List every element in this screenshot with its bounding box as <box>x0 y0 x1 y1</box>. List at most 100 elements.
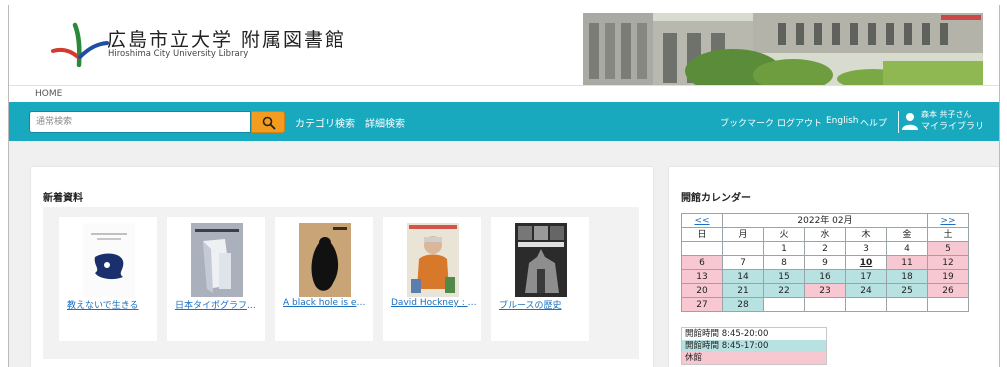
calendar-day-cell[interactable]: 8 <box>763 255 805 270</box>
site-header: 広島市立大学 附属図書館 Hiroshima City University L… <box>9 5 999 85</box>
legend-closed: 休館 <box>682 352 826 364</box>
user-icon <box>902 113 918 130</box>
nav-divider <box>898 111 899 133</box>
calendar-day-cell[interactable]: 15 <box>763 269 805 284</box>
calendar-day-cell[interactable]: 27 <box>681 297 723 312</box>
book-card[interactable]: David Hockney : a c… <box>383 217 481 341</box>
book-cover <box>191 223 243 297</box>
legend-hours-short: 開館時間 8:45-17:00 <box>682 340 826 352</box>
calendar-weekday-row: 日月火水木金土 <box>681 227 969 242</box>
calendar-day-cell[interactable]: 25 <box>886 283 928 298</box>
search-input[interactable] <box>29 111 251 133</box>
calendar-day-cell[interactable]: 2 <box>804 241 846 256</box>
book-title[interactable]: David Hockney : a c… <box>391 298 477 308</box>
calendar-next-link[interactable]: >> <box>927 213 969 228</box>
calendar-weekday: 金 <box>886 227 928 242</box>
page-frame: 広島市立大学 附属図書館 Hiroshima City University L… <box>8 5 1000 367</box>
book-card[interactable]: 教えないで生きる <box>59 217 157 341</box>
calendar-week-row: 27 28 <box>681 297 969 312</box>
breadcrumb: HOME <box>9 85 999 103</box>
calendar-day-cell <box>722 241 764 256</box>
book-card[interactable]: ブルースの歴史 <box>491 217 589 341</box>
calendar-day-cell[interactable]: 18 <box>886 269 928 284</box>
calendar-day-cell[interactable]: 6 <box>681 255 723 270</box>
book-cover <box>299 223 351 297</box>
calendar-day-cell <box>845 297 887 312</box>
calendar-day-cell[interactable]: 3 <box>845 241 887 256</box>
calendar-day-cell[interactable]: 22 <box>763 283 805 298</box>
calendar-title: 開館カレンダー <box>681 193 751 204</box>
new-materials-panel: 新着資料 教えないで生きる 日本タイポグラフィ… A black hole is… <box>31 167 653 367</box>
calendar-weekday: 火 <box>763 227 805 242</box>
calendar-day-cell[interactable]: 4 <box>886 241 928 256</box>
search-bar: カテゴリ検索 詳細検索 ブックマーク ログアウト English ヘルプ 森本 … <box>9 102 999 141</box>
calendar-week-row: 20 21 22 23 24 25 26 <box>681 283 969 298</box>
library-name-en: Hiroshima City University Library <box>108 49 249 59</box>
hero-badge <box>941 15 981 20</box>
calendar-table: << 2022年 02月 >> 日月火水木金土 1 2 3 4 5 6 7 8 9 10 11 12 1… <box>681 213 969 312</box>
bookmark-link[interactable]: ブックマーク <box>720 116 774 129</box>
book-title[interactable]: 日本タイポグラフィ… <box>175 298 261 311</box>
calendar-weekday: 水 <box>804 227 846 242</box>
calendar-day-cell[interactable]: 16 <box>804 269 846 284</box>
calendar-weekday: 日 <box>681 227 723 242</box>
logout-link[interactable]: ログアウト <box>777 116 822 129</box>
calendar-day-cell[interactable]: 9 <box>804 255 846 270</box>
new-materials-title: 新着資料 <box>43 193 83 204</box>
book-cover <box>407 223 459 297</box>
calendar-day-cell[interactable]: 20 <box>681 283 723 298</box>
calendar-day-cell[interactable]: 19 <box>927 269 969 284</box>
calendar-weekday: 土 <box>927 227 969 242</box>
campus-photo <box>583 13 983 85</box>
calendar-day-cell[interactable]: 12 <box>927 255 969 270</box>
category-search-link[interactable]: カテゴリ検索 <box>295 115 355 130</box>
calendar-week-row: 6 7 8 9 10 11 12 <box>681 255 969 270</box>
advanced-search-link[interactable]: 詳細検索 <box>365 115 405 130</box>
calendar-day-cell[interactable]: 17 <box>845 269 887 284</box>
search-icon <box>262 116 276 130</box>
calendar-day-cell[interactable]: 11 <box>886 255 928 270</box>
calendar-week-row: 12345 <box>681 241 969 256</box>
calendar-panel: 開館カレンダー << 2022年 02月 >> 日月火水木金土 12345678… <box>669 167 999 367</box>
book-card[interactable]: A black hole is ever… <box>275 217 373 341</box>
calendar-month-label: 2022年 02月 <box>722 213 928 228</box>
calendar-day-cell <box>927 297 969 312</box>
calendar-day-cell <box>763 297 805 312</box>
calendar-day-cell <box>681 241 723 256</box>
book-card[interactable]: 日本タイポグラフィ… <box>167 217 265 341</box>
calendar-day-cell[interactable]: 24 <box>845 283 887 298</box>
book-cover <box>83 223 135 297</box>
calendar-legend: 開館時間 8:45-20:00 開館時間 8:45-17:00 休館 <box>681 327 827 365</box>
calendar-day-cell[interactable]: 7 <box>722 255 764 270</box>
calendar-weekday: 木 <box>845 227 887 242</box>
university-logo-icon[interactable] <box>49 21 109 67</box>
calendar-day-cell[interactable]: 28 <box>722 297 764 312</box>
breadcrumb-home[interactable]: HOME <box>35 89 62 99</box>
calendar-header-row: << 2022年 02月 >> <box>681 213 969 228</box>
calendar-weekday: 月 <box>722 227 764 242</box>
calendar-day-cell[interactable]: 5 <box>927 241 969 256</box>
help-link[interactable]: ヘルプ <box>860 116 887 129</box>
my-library-link[interactable]: マイライブラリ <box>921 119 984 132</box>
legend-hours-long: 開館時間 8:45-20:00 <box>682 328 826 340</box>
calendar-day-cell[interactable]: 23 <box>804 283 846 298</box>
calendar-day-cell[interactable]: 21 <box>722 283 764 298</box>
calendar-day-cell[interactable]: 10 <box>845 255 887 270</box>
calendar-day-cell[interactable]: 26 <box>927 283 969 298</box>
calendar-day-cell[interactable]: 1 <box>763 241 805 256</box>
library-name-ja: 広島市立大学 附属図書館 <box>107 29 347 51</box>
calendar-day-cell[interactable]: 14 <box>722 269 764 284</box>
calendar-week-row: 13 14 15 16 17 18 19 <box>681 269 969 284</box>
book-cover <box>515 223 567 297</box>
calendar-days: 1 2 3 4 5 6 7 8 9 10 11 12 13 14 15 16 17 18 19 20 21 22 23 24 2… <box>681 241 969 312</box>
calendar-day-cell <box>886 297 928 312</box>
book-title[interactable]: 教えないで生きる <box>67 298 153 311</box>
english-link[interactable]: English <box>826 116 859 126</box>
calendar-day-cell[interactable]: 13 <box>681 269 723 284</box>
book-title[interactable]: ブルースの歴史 <box>499 298 585 311</box>
calendar-prev-link[interactable]: << <box>681 213 723 228</box>
new-materials-carousel: 教えないで生きる 日本タイポグラフィ… A black hole is eve … <box>43 207 639 359</box>
search-button[interactable] <box>251 111 285 133</box>
calendar-day-cell <box>804 297 846 312</box>
book-title[interactable]: A black hole is ever… <box>283 298 369 308</box>
